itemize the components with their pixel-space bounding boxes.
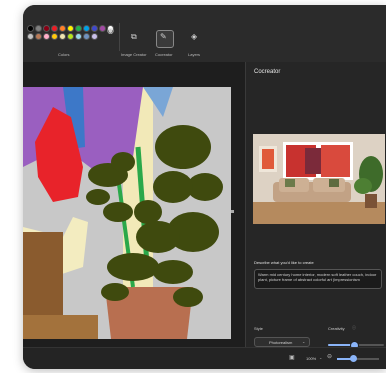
zoom-out-icon[interactable]: ⊖ [327, 353, 332, 360]
drawing-canvas[interactable] [23, 87, 231, 339]
colors-label: Colors [58, 52, 70, 57]
color-swatch[interactable] [43, 25, 50, 32]
style-label: Style [254, 326, 263, 331]
canvas-resize-handle[interactable] [231, 210, 234, 213]
color-swatch[interactable] [27, 33, 34, 40]
chevron-down-icon: ⌄ [302, 339, 306, 344]
color-swatch[interactable] [35, 25, 42, 32]
toolbar-divider [119, 23, 120, 51]
color-palette [27, 25, 119, 40]
drawing [23, 87, 231, 339]
color-swatch[interactable] [35, 33, 42, 40]
prompt-label: Describe what you'd like to create [254, 260, 314, 265]
layers-label[interactable]: Layers [188, 52, 200, 57]
color-swatch[interactable] [59, 33, 66, 40]
color-swatch[interactable] [27, 25, 34, 32]
zoom-chevron-icon[interactable]: ⌄ [319, 355, 322, 360]
color-swatch[interactable] [91, 33, 98, 40]
zoom-level[interactable]: 100% [306, 356, 316, 361]
color-picker-icon[interactable]: ◉ [107, 26, 114, 35]
image-creator-icon[interactable]: ⧉ [131, 32, 137, 42]
color-swatch[interactable] [59, 25, 66, 32]
toolbar: ◉ Colors ⧉ Image Creator ✎ Cocreator ◈ L… [23, 5, 386, 63]
color-swatch[interactable] [51, 33, 58, 40]
color-swatch[interactable] [75, 25, 82, 32]
color-swatch[interactable] [67, 25, 74, 32]
cocreator-panel: Cocreator ⤢ Describe wha [245, 62, 386, 350]
generated-image [253, 134, 385, 224]
cocreator-label[interactable]: Cocreator [155, 52, 173, 57]
color-swatch[interactable] [99, 25, 106, 32]
status-bar: ▣ 100% ⌄ ⊖ [23, 347, 386, 369]
creativity-label: Creativity [328, 326, 345, 331]
zoom-slider[interactable] [337, 355, 379, 362]
generated-image-preview[interactable] [253, 134, 385, 224]
creativity-slider[interactable] [328, 341, 384, 350]
color-swatch[interactable] [67, 33, 74, 40]
zoom-slider-thumb[interactable] [350, 355, 358, 362]
panel-title: Cocreator [254, 69, 281, 75]
color-swatch[interactable] [51, 25, 58, 32]
fit-to-window-icon[interactable]: ▣ [289, 354, 295, 361]
color-swatch[interactable] [91, 25, 98, 32]
cocreator-icon: ✎ [160, 32, 167, 41]
layers-icon[interactable]: ◈ [191, 32, 197, 41]
prompt-input[interactable]: Warm mid century home interior, modern s… [254, 269, 382, 289]
image-creator-label[interactable]: Image Creator [121, 52, 147, 57]
info-icon: ⓘ [352, 325, 356, 330]
color-swatch[interactable] [83, 25, 90, 32]
canvas-area [23, 62, 245, 347]
paint-app-window: ◉ Colors ⧉ Image Creator ✎ Cocreator ◈ L… [23, 5, 386, 369]
color-swatch[interactable] [75, 33, 82, 40]
color-swatch[interactable] [43, 33, 50, 40]
style-value: Photorealism [269, 340, 293, 345]
color-swatch[interactable] [83, 33, 90, 40]
